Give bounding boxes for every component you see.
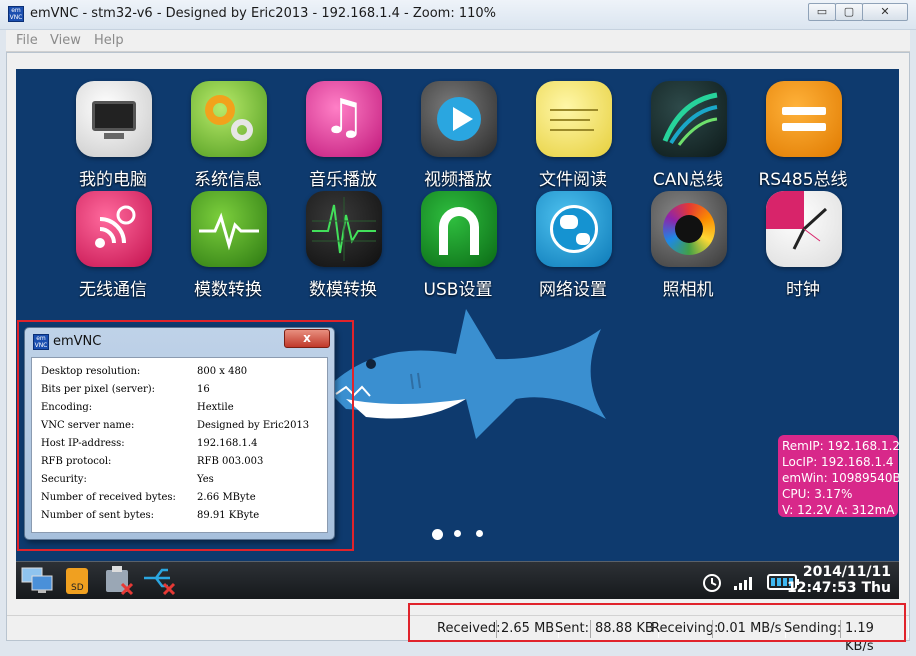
- usb-drive-icon[interactable]: [102, 566, 134, 596]
- menu-file[interactable]: File: [16, 33, 38, 48]
- emwin-memory: emWin: 10989540B: [782, 471, 899, 485]
- app-icon: em VNC: [8, 6, 24, 22]
- status-highlight-box: [408, 603, 906, 642]
- remote-taskbar: SD 2014/11/11 12:47:53 Thu: [16, 561, 899, 599]
- waveform-icon: [191, 191, 267, 267]
- music-note-icon: ♫: [306, 81, 382, 157]
- page-dot[interactable]: [476, 530, 483, 537]
- window-title: emVNC - stm32-v6 - Designed by Eric2013 …: [30, 6, 497, 21]
- clock-time: 12:47:53 Thu: [786, 580, 891, 596]
- clock-icon: [766, 191, 842, 267]
- page-dot-active[interactable]: [432, 529, 443, 540]
- app-label: 文件阅读: [539, 170, 607, 190]
- menu-bar: File View Help: [6, 30, 910, 52]
- app-usb-settings[interactable]: USB设置: [403, 191, 513, 301]
- close-button[interactable]: ✕: [862, 3, 908, 21]
- app-label: 数模转换: [309, 280, 377, 300]
- app-clock[interactable]: 时钟: [748, 191, 858, 301]
- gears-icon: [191, 81, 267, 157]
- camera-icon: [651, 191, 727, 267]
- oscilloscope-icon: [306, 191, 382, 267]
- app-camera[interactable]: 照相机: [633, 191, 743, 301]
- app-file-reader[interactable]: 文件阅读: [518, 81, 628, 191]
- can-bus-icon: [651, 81, 727, 157]
- app-label: 视频播放: [424, 170, 492, 190]
- app-label: 音乐播放: [309, 170, 377, 190]
- app-label: 网络设置: [539, 280, 607, 300]
- network-computer-icon[interactable]: [20, 566, 53, 594]
- app-label: RS485总线: [758, 170, 848, 190]
- signal-strength-icon: [730, 566, 760, 594]
- system-info-panel: RemIP: 192.168.1.2 LocIP: 192.168.1.4 em…: [778, 435, 899, 517]
- page-dot[interactable]: [454, 530, 461, 537]
- app-video[interactable]: 视频播放: [403, 81, 513, 191]
- taskbar-clock[interactable]: 2014/11/11 12:47:53 Thu: [787, 564, 891, 596]
- title-bar: em VNC emVNC - stm32-v6 - Designed by Er…: [0, 0, 916, 30]
- app-label: CAN总线: [652, 170, 724, 190]
- menu-view[interactable]: View: [50, 33, 81, 48]
- app-label: 无线通信: [79, 280, 147, 300]
- sticky-note-icon: [536, 81, 612, 157]
- menu-help[interactable]: Help: [94, 33, 124, 48]
- app-label: 模数转换: [194, 280, 262, 300]
- svg-text:SD: SD: [71, 583, 84, 593]
- app-label: 照相机: [662, 280, 714, 300]
- remote-ip: RemIP: 192.168.1.2: [782, 439, 899, 453]
- sd-card-icon[interactable]: SD: [62, 566, 92, 594]
- computer-icon: [76, 81, 152, 157]
- local-ip: LocIP: 192.168.1.4: [782, 455, 894, 469]
- clock-date: 2014/11/11: [802, 564, 891, 580]
- app-rs485[interactable]: RS485总线: [748, 81, 858, 191]
- maximize-button[interactable]: ▢: [835, 3, 863, 21]
- app-can-bus[interactable]: CAN总线: [633, 81, 743, 191]
- app-label: 系统信息: [194, 170, 262, 190]
- wireless-icon: [76, 191, 152, 267]
- power-reading: V: 12.2V A: 312mA: [782, 503, 895, 517]
- app-adc[interactable]: 模数转换: [173, 191, 283, 301]
- shark-illustration: [326, 309, 606, 439]
- app-label: 时钟: [786, 280, 820, 300]
- app-system-info[interactable]: 系统信息: [173, 81, 283, 191]
- alarm-clock-icon[interactable]: [698, 566, 728, 594]
- app-wireless[interactable]: 无线通信: [58, 191, 168, 301]
- minimize-button[interactable]: ▭: [808, 3, 836, 21]
- dialog-highlight-box: [17, 320, 354, 551]
- play-icon: [421, 81, 497, 157]
- usb-disconnected-icon[interactable]: [142, 566, 176, 596]
- app-my-computer[interactable]: 我的电脑: [58, 81, 168, 191]
- rs485-icon: [766, 81, 842, 157]
- usb-icon: [421, 191, 497, 267]
- globe-icon: [536, 191, 612, 267]
- cpu-usage: CPU: 3.17%: [782, 487, 853, 501]
- app-label: 我的电脑: [79, 170, 147, 190]
- app-network-settings[interactable]: 网络设置: [518, 191, 628, 301]
- app-music[interactable]: ♫ 音乐播放: [288, 81, 398, 191]
- app-label: USB设置: [423, 280, 493, 300]
- app-dac[interactable]: 数模转换: [288, 191, 398, 301]
